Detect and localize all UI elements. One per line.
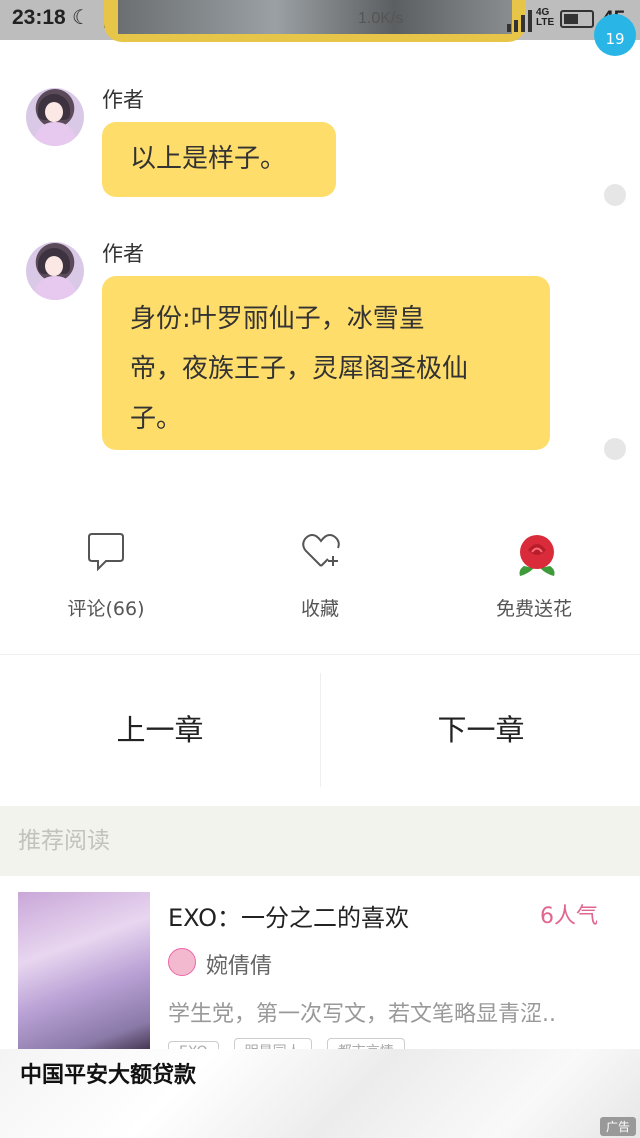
sender-name: 作者	[102, 88, 144, 112]
favorite-button[interactable]: 收藏	[240, 530, 400, 640]
prev-chapter-button[interactable]: 上一章	[0, 655, 320, 805]
next-chapter-button[interactable]: 下一章	[321, 655, 640, 805]
battery-icon	[560, 10, 594, 28]
chat-message: 作者 以上是样子。	[0, 84, 640, 206]
video-thumbnail	[104, 0, 526, 42]
side-dot	[604, 438, 626, 460]
popularity: 6人气	[540, 904, 598, 929]
message-line: 子。	[130, 404, 183, 434]
recommend-header: 推荐阅读	[0, 806, 640, 876]
ad-label: 广告	[599, 1117, 636, 1136]
status-time: 23:18	[12, 6, 66, 29]
moon-icon: ☾	[72, 7, 90, 29]
send-flower-button[interactable]: 免费送花	[454, 530, 614, 640]
message-text: 以上是样子。	[130, 144, 287, 174]
comment-icon	[88, 533, 124, 572]
message-line: 身份:叶罗丽仙子，冰雪皇	[130, 304, 425, 334]
author-avatar[interactable]	[26, 242, 84, 300]
book-description: 学生党，第一次写文，若文笔略显青涩..	[168, 1002, 556, 1027]
comment-button[interactable]: 评论(66)	[26, 530, 186, 640]
chat-message: 作者 身份:叶罗丽仙子，冰雪皇 帝，夜族王子，灵犀阁圣极仙 子。	[0, 238, 640, 460]
author-name: 婉倩倩	[206, 954, 273, 979]
network-speed: 1.0K/s	[358, 10, 404, 27]
signal-icon	[507, 10, 532, 32]
side-dot	[604, 184, 626, 206]
action-bar: 评论(66) 收藏 免费送花	[0, 520, 640, 655]
book-cover[interactable]	[18, 892, 150, 1052]
ad-title[interactable]: 中国平安大额贷款	[20, 1057, 196, 1089]
author-avatar[interactable]	[26, 88, 84, 146]
heart-plus-icon	[302, 534, 340, 567]
rose-icon	[519, 535, 555, 576]
recommend-item[interactable]: EXO：一分之二的喜欢 6人气 婉倩倩 学生党，第一次写文，若文笔略显青涩.. …	[0, 876, 640, 1064]
notification-badge[interactable]: 19	[594, 14, 636, 56]
flower-label: 免费送花	[495, 598, 572, 620]
status-bar: 23:18 ☾ 1.0K/s 4GLTE 45	[0, 0, 640, 42]
sender-name: 作者	[102, 242, 144, 266]
comment-label: 评论(66)	[67, 598, 145, 620]
ad-banner[interactable]: 中国平安大额贷款 广告	[0, 1049, 640, 1138]
chapter-nav: 上一章 下一章	[0, 655, 640, 805]
favorite-label: 收藏	[300, 598, 339, 620]
message-bubble: 以上是样子。	[102, 122, 336, 197]
message-line: 帝，夜族王子，灵犀阁圣极仙	[130, 354, 469, 384]
message-bubble: 身份:叶罗丽仙子，冰雪皇 帝，夜族王子，灵犀阁圣极仙 子。	[102, 276, 550, 450]
author-avatar-small	[168, 948, 196, 976]
network-type: 4G LTE	[536, 7, 555, 28]
book-title[interactable]: EXO：一分之二的喜欢	[168, 898, 409, 933]
